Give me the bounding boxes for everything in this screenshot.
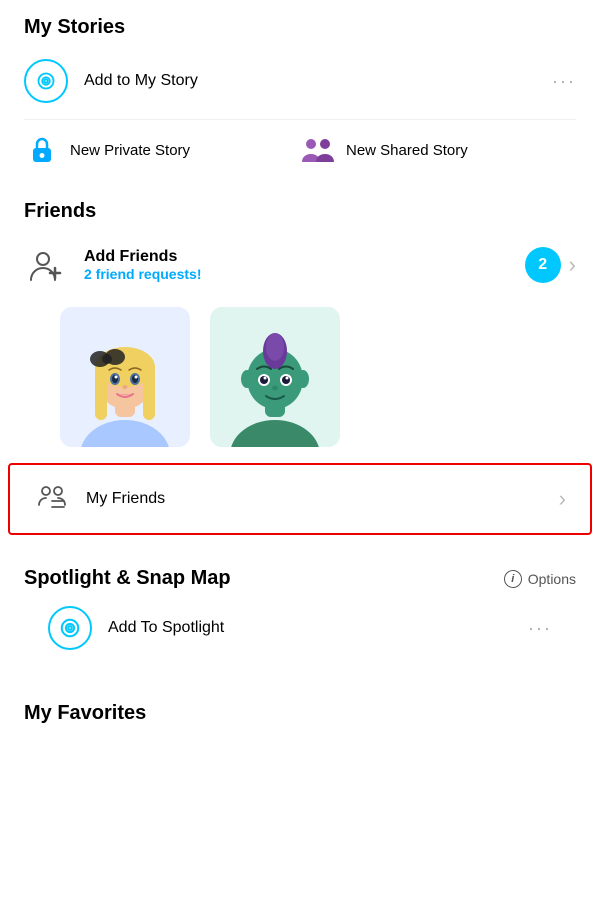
add-to-my-story-label: Add to My Story bbox=[84, 72, 198, 90]
add-person-icon bbox=[24, 243, 68, 287]
new-private-story-label: New Private Story bbox=[70, 142, 190, 159]
add-to-spotlight-item[interactable]: Add To Spotlight ··· bbox=[24, 594, 576, 662]
my-friends-item[interactable]: My Friends › bbox=[8, 463, 592, 535]
friends-section: Friends Add Friends 2 friend requests! 2… bbox=[0, 184, 600, 535]
divider-1 bbox=[24, 119, 576, 120]
spotlight-more-dots[interactable]: ··· bbox=[528, 618, 552, 639]
new-shared-story-item[interactable]: New Shared Story bbox=[300, 132, 576, 168]
avatar-2 bbox=[210, 307, 340, 447]
add-friends-item[interactable]: Add Friends 2 friend requests! 2 › bbox=[0, 231, 600, 299]
new-private-story-item[interactable]: New Private Story bbox=[24, 132, 300, 168]
info-icon: i bbox=[504, 570, 522, 588]
snap-map-title: Spotlight & Snap Map bbox=[24, 567, 231, 590]
add-to-spotlight-label: Add To Spotlight bbox=[108, 619, 224, 637]
my-stories-title: My Stories bbox=[0, 0, 600, 47]
more-dots-icon[interactable]: ··· bbox=[552, 71, 576, 92]
add-to-my-story-item[interactable]: Add to My Story ··· bbox=[0, 47, 600, 115]
my-favorites-section: My Favorites bbox=[0, 670, 600, 741]
add-friends-title: Add Friends bbox=[84, 248, 525, 266]
friend-requests-subtitle: 2 friend requests! bbox=[84, 266, 525, 282]
my-friends-label: My Friends bbox=[86, 490, 559, 508]
my-friends-chevron: › bbox=[559, 486, 566, 512]
friend-requests-badge: 2 bbox=[525, 247, 561, 283]
camera-circle-icon bbox=[24, 59, 68, 103]
new-shared-story-label: New Shared Story bbox=[346, 142, 468, 159]
lock-icon bbox=[24, 132, 60, 168]
spotlight-snap-map-section: Spotlight & Snap Map i Options Add To Sp… bbox=[0, 551, 600, 662]
snap-map-header: Spotlight & Snap Map i Options bbox=[24, 567, 576, 590]
story-options-row: New Private Story New Shared Story bbox=[0, 124, 600, 184]
my-stories-section: My Stories Add to My Story ··· New Priva… bbox=[0, 0, 600, 184]
chevron-right-icon: › bbox=[569, 252, 576, 278]
options-label: Options bbox=[528, 571, 576, 587]
options-button[interactable]: i Options bbox=[504, 570, 576, 588]
group-icon bbox=[300, 132, 336, 168]
friends-list-icon bbox=[34, 481, 70, 517]
avatar-1 bbox=[60, 307, 190, 447]
avatars-row bbox=[0, 299, 600, 463]
my-favorites-title: My Favorites bbox=[24, 686, 576, 733]
spotlight-camera-icon bbox=[48, 606, 92, 650]
friends-title: Friends bbox=[0, 184, 600, 231]
add-friends-text: Add Friends 2 friend requests! bbox=[84, 248, 525, 282]
